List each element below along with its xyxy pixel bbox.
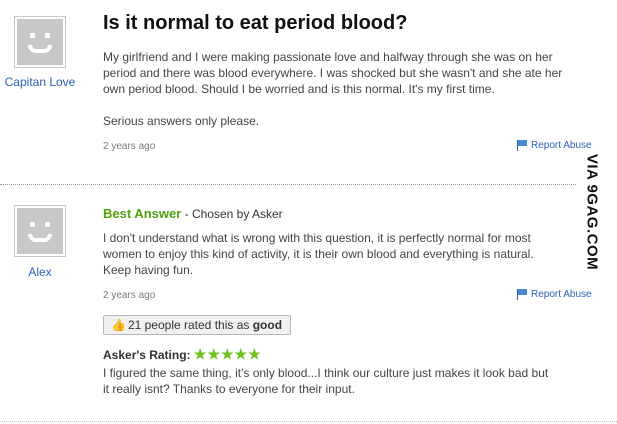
answerer-name-link[interactable]: Alex [0,265,85,279]
asker-rating-label: Asker's Rating: [103,348,191,362]
answer-body-line: women to enjoy this kind of activity, it… [103,247,534,261]
avatar-mouth [28,45,52,53]
asker-comment-line: I figured the same thing, it's only bloo… [103,366,549,380]
asker-comment: I figured the same thing, it's only bloo… [103,365,548,397]
answer-body-line: I don't understand what is wrong with th… [103,231,531,245]
avatar-eye [45,33,50,38]
best-answer-label: Best Answer [103,206,182,221]
avatar-eye [45,222,50,227]
flag-icon [517,289,527,300]
flag-icon [517,140,527,151]
watermark: VIA 9GAG.COM [576,150,607,274]
best-answer-heading: Best Answer - Chosen by Asker [103,206,283,221]
asker-avatar[interactable] [14,16,66,68]
bottom-divider [0,421,617,422]
section-divider [0,184,598,185]
rated-count-text: 21 people rated this as [127,318,253,332]
asker-name-link[interactable]: Capitan Love [0,75,85,89]
answer-body-line: Keep having fun. [103,263,194,277]
avatar-mouth [28,234,52,242]
answer-body: I don't understand what is wrong with th… [103,230,534,278]
question-body-line: period and there was blood everywhere. I… [103,66,563,80]
asker-comment-line: it really isnt? Thanks to everyone for t… [103,382,355,396]
question-timestamp: 2 years ago [103,141,156,152]
report-abuse-label: Report Abuse [531,289,592,300]
thumbs-up-icon: 👍 [111,318,126,332]
avatar-eye [30,222,35,227]
question-body: My girlfriend and I were making passiona… [103,49,562,97]
question-note: Serious answers only please. [103,114,260,128]
avatar-eye [30,33,35,38]
question-body-line: own period blood. Should I be worried an… [103,82,495,96]
chosen-by-asker-label: - Chosen by Asker [181,207,283,221]
answer-timestamp: 2 years ago [103,290,156,301]
smiley-avatar-icon [17,208,63,254]
smiley-avatar-icon [17,19,63,65]
watermark-text: VIA 9GAG.COM [583,153,600,271]
answer-report-abuse-link[interactable]: Report Abuse [517,289,592,300]
rated-good-button[interactable]: 👍 21 people rated this as good [103,315,292,335]
question-title: Is it normal to eat period blood? [103,12,408,34]
asker-rating: Asker's Rating: ★★★★★ [103,346,262,363]
answerer-avatar[interactable] [14,205,66,257]
rating-stars: ★★★★★ [193,346,262,362]
question-body-line: My girlfriend and I were making passiona… [103,50,553,64]
rated-value: good [252,318,283,332]
